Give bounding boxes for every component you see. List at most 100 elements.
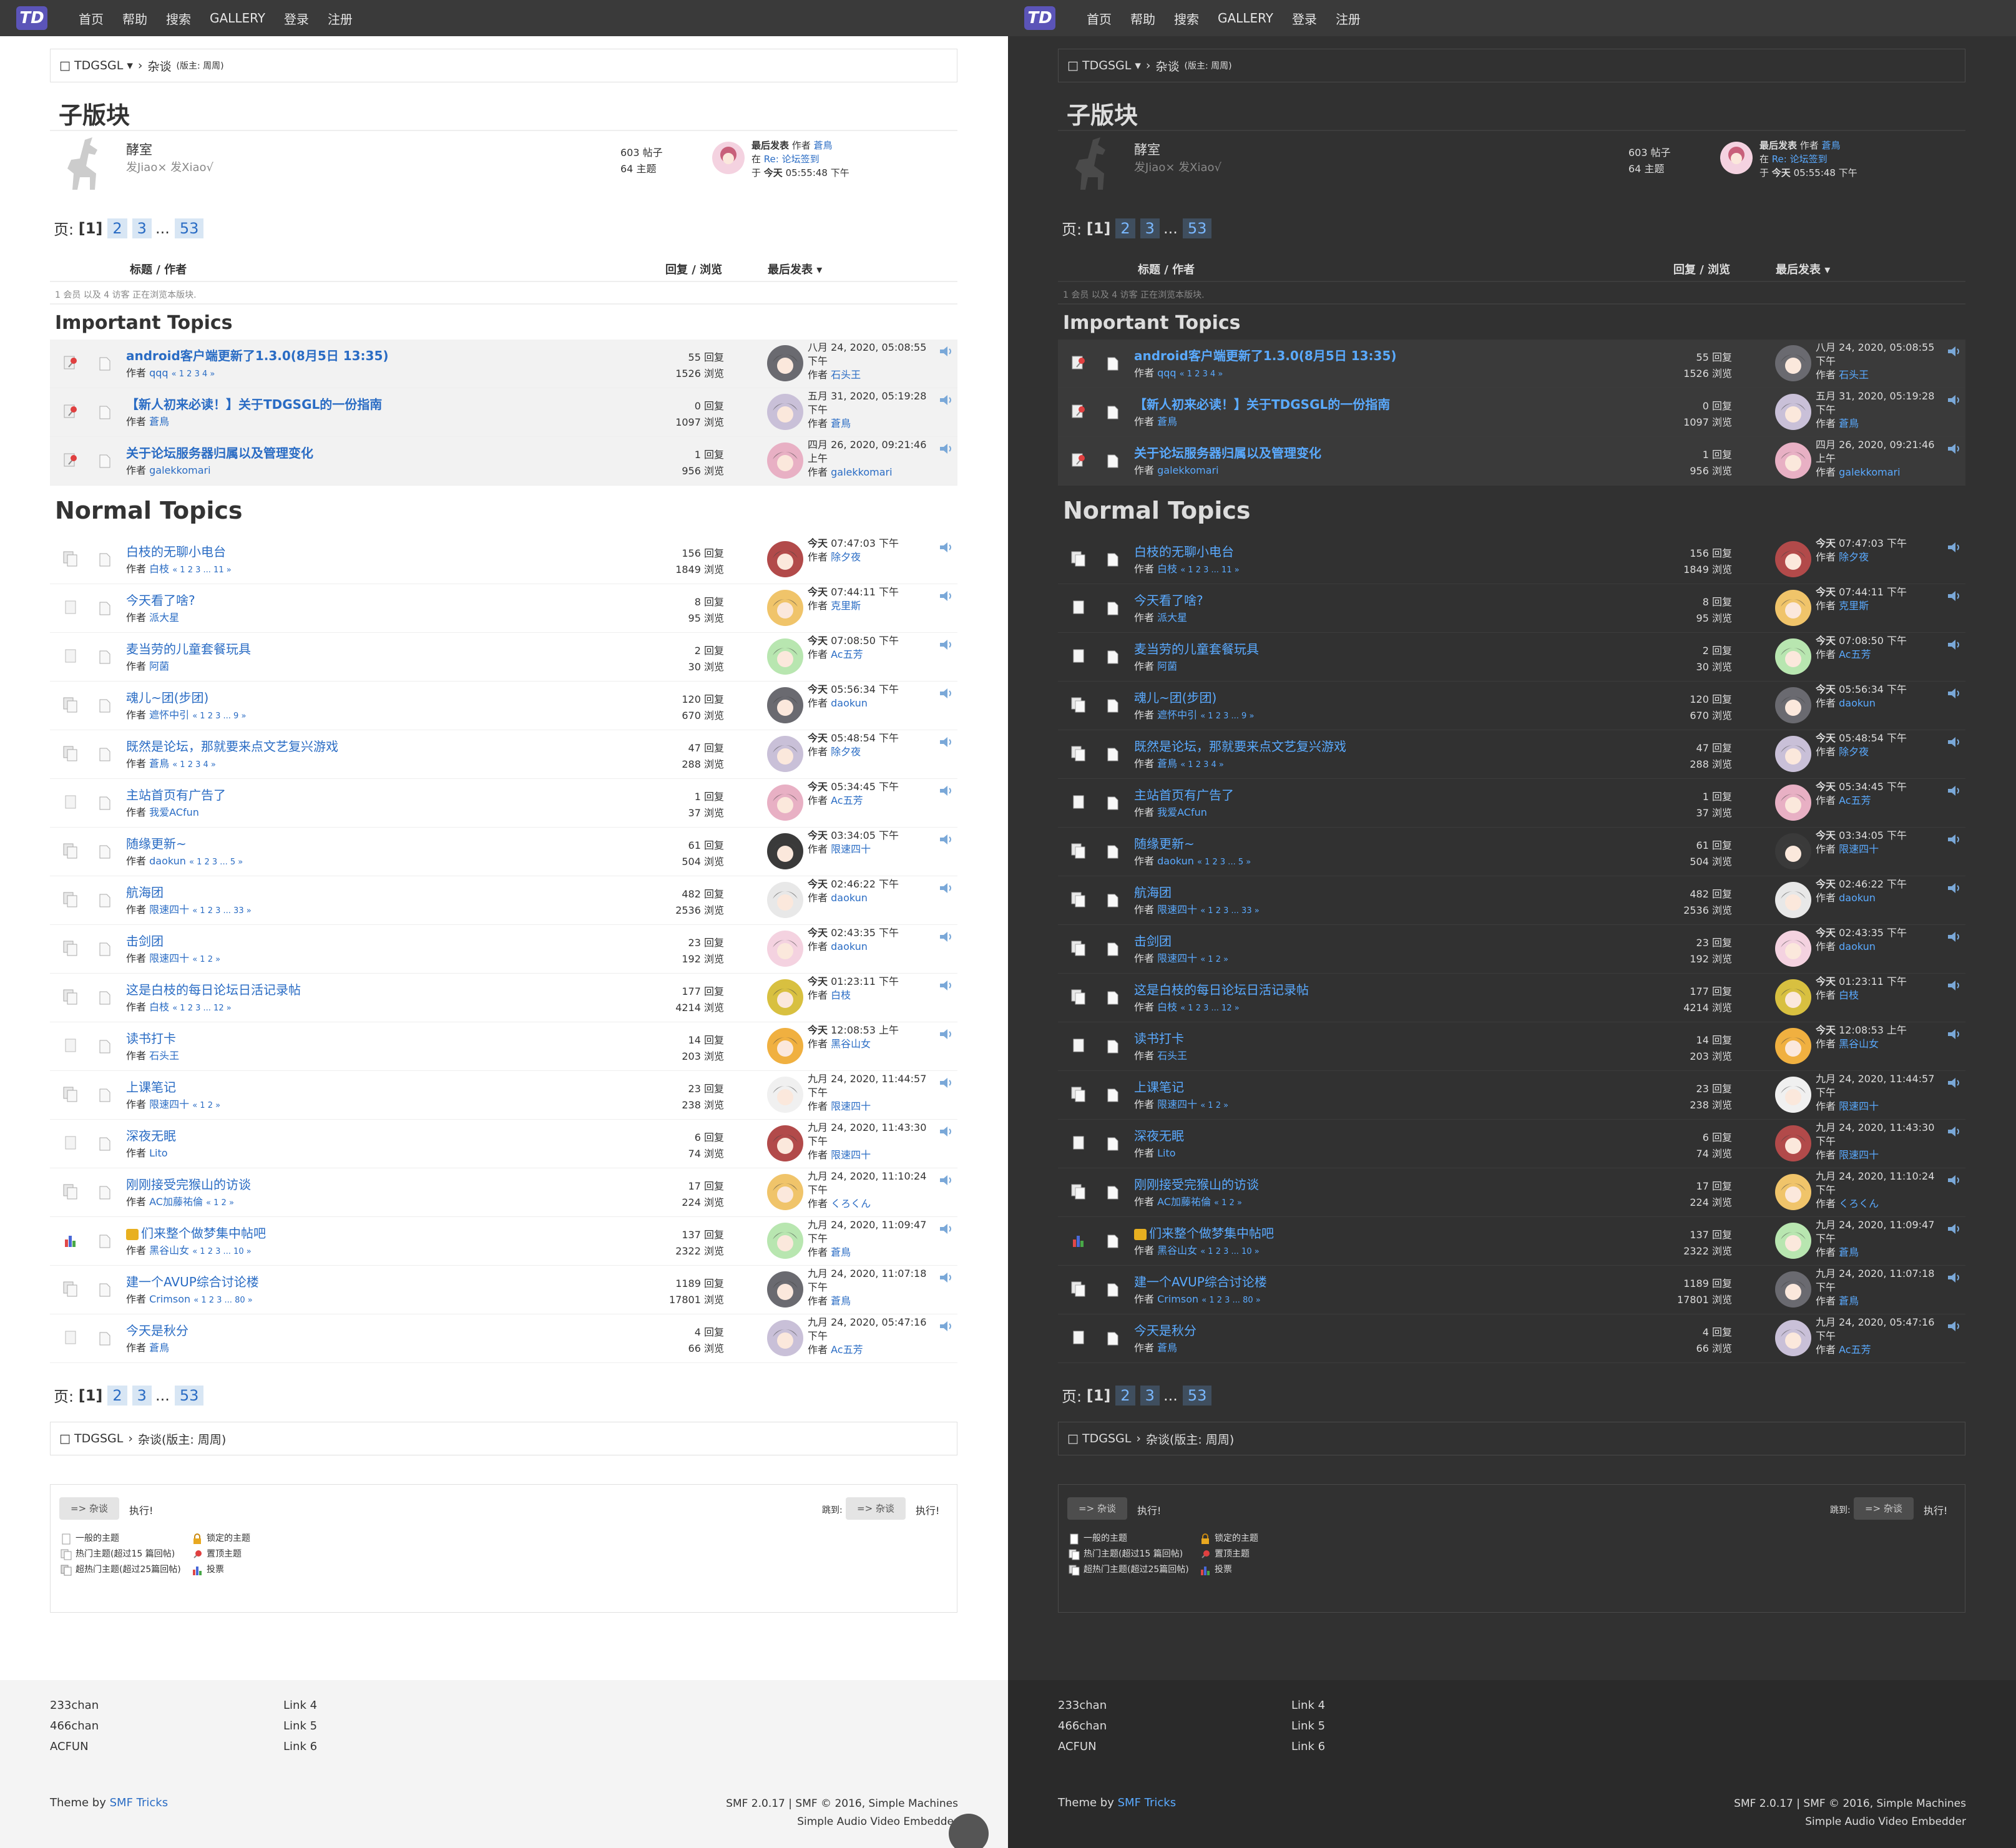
last-post-author[interactable]: 限速四十 [831,1149,871,1161]
go-to-last-post-icon[interactable] [939,1321,954,1332]
topic-title[interactable]: 随缘更新~ [126,834,187,852]
avatar[interactable] [766,881,804,919]
page-link-last[interactable]: 53 [1182,218,1212,238]
topic-title[interactable]: 魂儿~团(步团) [1134,688,1216,706]
home-icon[interactable]: □ [1067,59,1079,72]
last-post-author[interactable]: Ac五芳 [1839,794,1871,806]
avatar[interactable] [766,735,804,773]
last-post-author[interactable]: 蒼鳥 [1839,1246,1859,1258]
avatar[interactable] [1720,141,1753,175]
breadcrumb-board[interactable]: 杂谈 [1156,57,1180,74]
last-post-author[interactable]: Ac五芳 [831,1344,863,1356]
go-to-last-post-icon[interactable] [939,1029,954,1040]
last-post-column-header[interactable]: 最后发表 ▾ [1776,261,1830,277]
last-post-author[interactable]: daokun [831,892,868,904]
go-to-last-post-icon[interactable] [1947,1029,1962,1040]
jump-select[interactable]: => 杂谈 [846,1497,906,1520]
go-to-last-post-icon[interactable] [1947,931,1962,942]
page-link[interactable]: 3 [1140,218,1160,238]
topic-author[interactable]: 限速四十 [149,904,189,916]
home-icon[interactable]: □ [59,59,71,72]
dropdown-icon[interactable]: ▾ [123,59,133,72]
footer-link[interactable]: ACFUN [50,1736,99,1757]
topic-pages[interactable]: « 1 2 3 ... 5 » [189,858,243,867]
avatar[interactable] [766,345,804,382]
topic-title[interactable]: 刚刚接受完猴山的访谈 [126,1175,251,1193]
go-to-last-post-icon[interactable] [1947,1223,1962,1234]
copyright-line[interactable]: Simple Audio Video Embedder [726,1813,958,1831]
topic-title[interactable]: 建一个AVUP综合讨论楼 [1134,1272,1267,1290]
topic-title[interactable]: 航海团 [126,882,164,901]
breadcrumb-forum[interactable]: TDGSGL [74,59,123,72]
topic-title[interactable]: 主站首页有广告了 [1134,785,1234,803]
topic-title[interactable]: 上课笔记 [126,1077,176,1095]
nav-link[interactable]: 帮助 [122,9,147,27]
last-post-author[interactable]: daokun [831,697,868,709]
avatar[interactable] [1774,1222,1812,1259]
topic-author[interactable]: AC加藤祐倫 [149,1196,203,1208]
topic-author[interactable]: 白枝 [1157,563,1177,575]
footer-link[interactable]: 233chan [1058,1695,1107,1716]
topic-pages[interactable]: « 1 2 3 ... 12 » [1180,1004,1239,1013]
home-icon[interactable]: □ [1067,1432,1079,1445]
last-post-author[interactable]: 限速四十 [1839,1100,1879,1112]
topic-pages[interactable]: « 1 2 3 ... 12 » [172,1004,231,1013]
go-to-last-post-icon[interactable] [939,1126,954,1137]
avatar[interactable] [1774,833,1812,870]
topic-pages[interactable]: « 1 2 3 ... 11 » [172,565,231,575]
last-post-author[interactable]: Ac五芳 [1839,1344,1871,1356]
last-post-author[interactable]: Ac五芳 [831,648,863,660]
avatar[interactable] [766,393,804,431]
topic-pages[interactable]: « 1 2 3 ... 5 » [1197,858,1251,867]
topic-author[interactable]: galekkomari [149,464,210,476]
last-post-column-header[interactable]: 最后发表 ▾ [768,261,822,277]
nav-link[interactable]: 登录 [1292,9,1317,27]
avatar[interactable] [766,442,804,479]
go-to-last-post-icon[interactable] [1947,980,1962,991]
topic-pages[interactable]: « 1 2 3 ... 10 » [192,1247,251,1256]
topic-title[interactable]: 这是白枝的每日论坛日活记录帖 [126,980,301,998]
topic-title[interactable]: 白枝的无聊小电台 [126,542,226,560]
topic-author[interactable]: daokun [149,855,186,867]
footer-link[interactable]: Link 6 [1291,1736,1325,1757]
topic-author[interactable]: AC加藤祐倫 [1157,1196,1211,1208]
nav-link[interactable]: 登录 [284,9,309,27]
execute-button[interactable]: 执行! [1137,1502,1161,1517]
copyright-line[interactable]: Simple Audio Video Embedder [1734,1813,1966,1831]
nav-link[interactable]: 首页 [79,9,104,27]
topic-author[interactable]: 限速四十 [1157,952,1197,964]
topic-author[interactable]: 蒼鳥 [149,758,169,770]
go-to-last-post-icon[interactable] [939,980,954,991]
topic-title[interactable]: 今天是秋分 [1134,1321,1196,1339]
go-to-last-post-icon[interactable] [1947,443,1962,454]
topic-pages[interactable]: « 1 2 3 ... 11 » [1180,565,1239,575]
avatar[interactable] [1774,442,1812,479]
last-post-author[interactable]: 除夕夜 [1839,746,1869,758]
go-to-last-post-icon[interactable] [1947,1077,1962,1088]
topic-pages[interactable]: « 1 2 » [192,955,220,964]
avatar[interactable] [766,979,804,1016]
topic-author[interactable]: qqq [149,367,168,379]
theme-link[interactable]: SMF Tricks [110,1796,168,1809]
avatar[interactable] [766,638,804,675]
last-post-author[interactable]: 蒼鳥 [1839,418,1859,429]
execute-button[interactable]: 执行! [129,1502,153,1517]
topic-title[interactable]: 既然是论坛，那就要来点文艺复兴游戏 [1134,736,1346,755]
topic-author[interactable]: 遮怀中引 [1157,709,1197,721]
topic-pages[interactable]: « 1 2 3 ... 80 » [1201,1296,1260,1305]
go-to-last-post-icon[interactable] [939,736,954,748]
topic-title[interactable]: android客户端更新了1.3.0(8月5日 13:35) [1134,346,1397,364]
topic-pages[interactable]: « 1 2 » [1214,1198,1242,1208]
topic-title[interactable]: 【新人初来必读！】关于TDGSGL的一份指南 [1134,394,1390,413]
topic-title[interactable]: 麦当劳的儿童套餐玩具 [126,639,251,657]
page-link[interactable]: 3 [1140,1385,1160,1406]
topic-author[interactable]: 蒼鳥 [1157,416,1177,428]
go-to-last-post-icon[interactable] [1947,688,1962,699]
avatar[interactable] [1774,1076,1812,1113]
avatar[interactable] [766,1076,804,1113]
jump-select[interactable]: => 杂谈 [1854,1497,1914,1520]
topic-author[interactable]: 石头王 [1157,1050,1187,1062]
topic-title[interactable]: 魂儿~团(步团) [126,688,208,706]
topic-title[interactable]: 【新人初来必读！】关于TDGSGL的一份指南 [126,394,382,413]
topic-author[interactable]: 派大星 [1157,612,1187,623]
